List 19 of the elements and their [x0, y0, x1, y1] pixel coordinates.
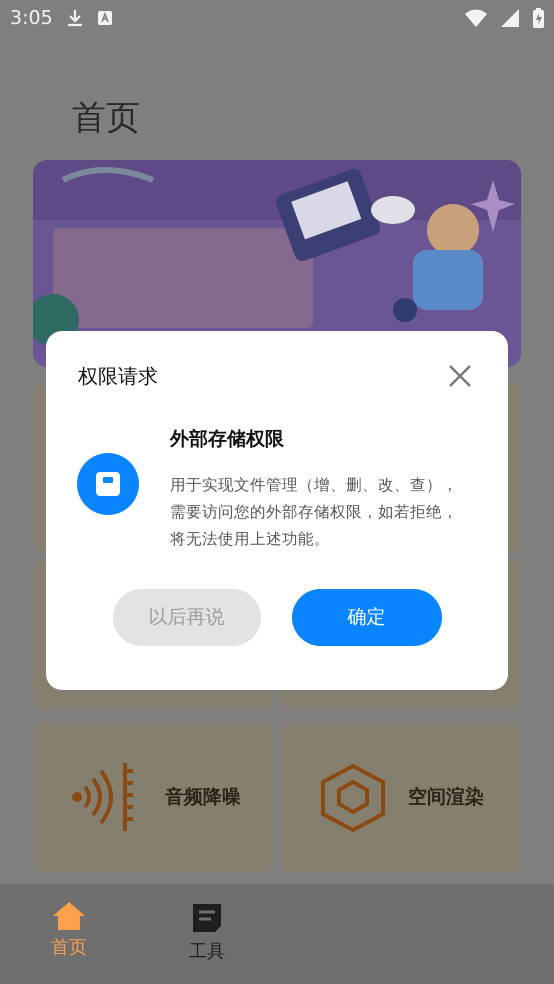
status-time: 3:05	[10, 6, 53, 31]
nav-tab[interactable]: 首页	[0, 884, 138, 984]
close-icon[interactable]	[448, 364, 472, 388]
confirm-button[interactable]: 确定	[292, 588, 442, 646]
permission-description: 用于实现文件管理（增、删、改、查），需要访问您的外部存储权限，如若拒绝，将无法使用上述功能。	[170, 474, 459, 550]
wifi-icon	[465, 9, 487, 27]
download-icon	[66, 9, 83, 27]
nav-tab[interactable]: 工具	[138, 884, 276, 984]
permission-name: 外部存储权限	[170, 427, 285, 452]
page-title: 首页	[72, 97, 141, 140]
dialog-title: 权限请求	[78, 363, 158, 390]
later-button[interactable]: 以后再说	[112, 588, 260, 646]
cube-icon	[318, 762, 388, 832]
home-icon	[51, 900, 87, 932]
battery-icon	[533, 8, 544, 28]
tool-card[interactable]: 音频降噪	[33, 722, 273, 872]
signal-icon	[501, 9, 519, 27]
save-icon	[77, 453, 139, 515]
tool-card[interactable]: 空间渲染	[281, 722, 521, 872]
